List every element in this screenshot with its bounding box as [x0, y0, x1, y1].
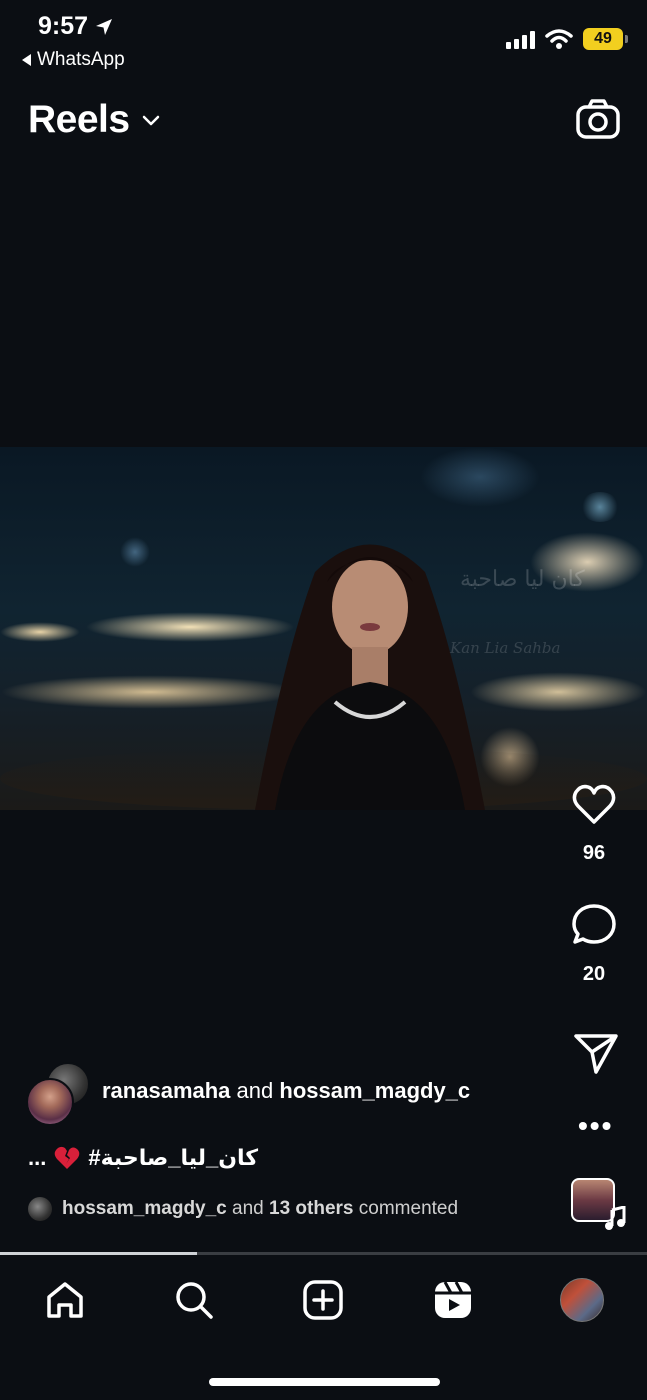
authors-joiner: and	[236, 1078, 274, 1103]
video-watermark: كان ليا صاحبة	[460, 567, 585, 592]
post-authors[interactable]: ranasamaha and hossam_magdy_c	[102, 1078, 470, 1104]
home-icon	[47, 1282, 83, 1318]
back-to-app-link[interactable]: WhatsApp	[22, 49, 125, 71]
like-action[interactable]: 96	[564, 780, 624, 865]
video-progress-fill	[0, 1252, 198, 1255]
caption-ellipsis: ...	[28, 1145, 47, 1170]
chevron-down-icon	[142, 115, 159, 126]
back-triangle-icon	[22, 54, 31, 66]
commenter-avatar	[28, 1197, 52, 1221]
page-title: Reels	[28, 98, 130, 141]
commenter-username: hossam_magdy_c	[62, 1198, 227, 1219]
comment-bubble-icon[interactable]	[570, 901, 618, 949]
comments-others: 13 others	[269, 1198, 354, 1219]
post-caption[interactable]: ... #كان_ليا_صاحبة	[28, 1145, 258, 1171]
author-1-username[interactable]: ranasamaha	[102, 1078, 230, 1103]
avatar-ranasamaha[interactable]	[26, 1078, 74, 1126]
camera-icon[interactable]	[575, 97, 621, 143]
like-count: 96	[582, 842, 606, 864]
music-note-icon	[605, 1206, 626, 1230]
status-indicators: 49	[506, 28, 628, 50]
back-app-label: WhatsApp	[37, 49, 125, 70]
caption-hashtag[interactable]: #كان_ليا_صاحبة	[88, 1145, 258, 1171]
author-2-username[interactable]: hossam_magdy_c	[279, 1078, 470, 1103]
cellular-signal-icon	[506, 29, 535, 49]
comment-action[interactable]: 20	[564, 901, 624, 986]
location-arrow-icon	[96, 18, 113, 35]
comment-count: 20	[582, 963, 606, 985]
search-icon	[176, 1282, 213, 1319]
tab-create[interactable]	[300, 1277, 346, 1323]
heart-icon[interactable]	[570, 780, 618, 828]
battery-level: 49	[594, 30, 612, 47]
time-text: 9:57	[38, 12, 89, 40]
status-time: 9:57	[38, 12, 114, 41]
share-action[interactable]	[566, 1028, 626, 1076]
send-paper-plane-icon[interactable]	[572, 1028, 620, 1076]
create-icon	[303, 1280, 343, 1320]
reel-video[interactable]: كان ليا صاحبة Kan Lia Sahba	[0, 447, 647, 810]
comments-preview[interactable]: hossam_magdy_c and 13 others commented	[28, 1197, 458, 1221]
woman-figure	[255, 544, 485, 810]
video-watermark-latin: Kan Lia Sahba	[450, 639, 561, 657]
comments-and: and	[232, 1198, 264, 1219]
profile-avatar	[560, 1278, 604, 1322]
tab-profile[interactable]	[559, 1277, 605, 1323]
status-bar: 9:57 WhatsApp 49	[0, 0, 647, 80]
collab-avatars[interactable]	[26, 1062, 94, 1126]
wifi-icon	[545, 29, 573, 49]
tab-reels[interactable]	[430, 1277, 476, 1323]
tab-search[interactable]	[171, 1277, 217, 1323]
tab-home[interactable]	[42, 1277, 88, 1323]
battery-indicator: 49	[583, 28, 628, 50]
home-indicator[interactable]	[209, 1378, 440, 1386]
reels-title-dropdown[interactable]: Reels	[28, 98, 162, 142]
reels-icon	[435, 1281, 471, 1318]
more-options-button[interactable]: •••	[578, 1110, 613, 1142]
comments-suffix: commented	[358, 1198, 459, 1219]
video-progress-bar[interactable]	[0, 1252, 647, 1255]
broken-heart-icon	[55, 1146, 80, 1169]
